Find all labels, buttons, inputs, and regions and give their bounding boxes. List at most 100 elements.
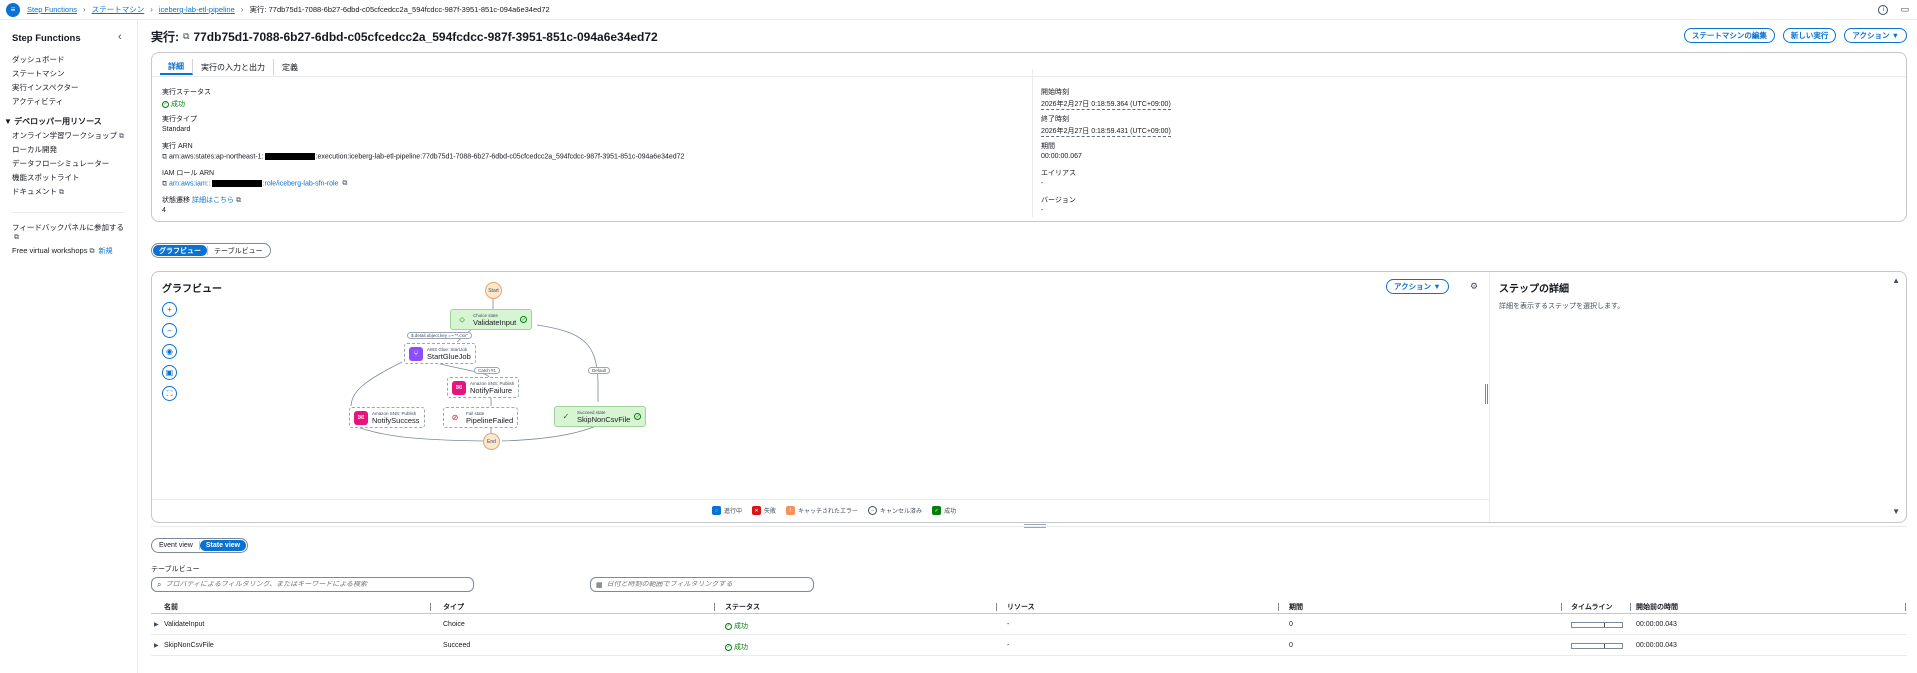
event-state-toggle: Event view State view xyxy=(151,538,249,553)
alias: エイリアス - xyxy=(1041,168,1076,187)
external-link-icon: ⧉ xyxy=(59,189,64,196)
menu-icon[interactable]: ≡ xyxy=(6,2,20,17)
column-separator[interactable] xyxy=(1278,603,1279,611)
sidebar-item-local-dev[interactable]: ローカル開発 xyxy=(12,144,57,155)
sidebar-item-docs[interactable]: ドキュメント ⧉ xyxy=(12,186,64,197)
node-pipeline-failed[interactable]: ⊘ Fail state PipelineFailed xyxy=(443,407,519,428)
state-view-toggle[interactable]: State view xyxy=(199,540,247,551)
breadcrumb-state-machine[interactable]: iceberg-lab-etl-pipeline xyxy=(159,5,235,14)
breadcrumb-state-machines[interactable]: ステートマシン xyxy=(92,4,145,15)
sidebar-section-label: デベロッパー用リソース xyxy=(14,117,102,126)
search-field[interactable]: ⌕ xyxy=(151,577,474,592)
col-duration[interactable]: 期間 xyxy=(1289,602,1303,612)
timeline-bar xyxy=(1571,643,1623,649)
col-status[interactable]: ステータス xyxy=(725,602,760,612)
event-view-toggle[interactable]: Event view xyxy=(153,540,199,551)
breadcrumb: Step Functions › ステートマシン › iceberg-lab-e… xyxy=(27,4,550,15)
col-resource[interactable]: リソース xyxy=(1007,602,1035,612)
expand-row-icon[interactable]: ▶ xyxy=(154,621,159,628)
sidebar-title: Step Functions xyxy=(12,33,81,44)
tab-details[interactable]: 詳細 xyxy=(160,59,193,75)
timeline-marker xyxy=(1604,623,1605,627)
column-separator[interactable] xyxy=(1561,603,1562,611)
sidebar-item-feedback[interactable]: フィードバックパネルに参加する xyxy=(12,222,124,233)
copy-icon[interactable]: ⧉ xyxy=(183,31,189,42)
node-name: NotifyFailure xyxy=(470,385,513,395)
version: バージョン - xyxy=(1041,195,1076,214)
col-timeline[interactable]: タイムライン xyxy=(1571,602,1613,612)
cell-name: ValidateInput xyxy=(164,621,205,628)
node-validate-input[interactable]: ⬦ Choice state ValidateInput ✓ xyxy=(450,309,533,330)
table-view-toggle[interactable]: テーブルビュー xyxy=(208,245,269,256)
graph-actions-button[interactable]: アクション ▼ xyxy=(1386,279,1449,294)
execution-arn: 実行 ARN ⧉ arn:aws:states:ap-northeast-1::… xyxy=(162,141,684,161)
resize-handle[interactable] xyxy=(1485,384,1488,404)
legend-label: キャンセル済み xyxy=(880,509,923,515)
column-separator[interactable] xyxy=(996,603,997,611)
node-skip-non-csv[interactable]: ✓ Succeed state SkipNonCsvFile ✓ xyxy=(554,406,647,427)
new-execution-button[interactable]: 新しい実行 xyxy=(1782,28,1837,43)
column-separator[interactable] xyxy=(1905,603,1906,611)
edit-state-machine-button[interactable]: ステートマシンの編集 xyxy=(1683,28,1775,43)
cell-duration: 0 xyxy=(1289,642,1293,649)
details-panel: 詳細 実行の入力と出力 定義 実行ステータス ✓ 成功 実行タイプ Standar… xyxy=(151,52,1907,222)
learn-more-link[interactable]: 詳細はこちら xyxy=(192,197,234,204)
notification-icon[interactable]: ▭ xyxy=(1900,4,1909,15)
breadcrumb-current: 実行: 77db75d1-7088-6b27-6dbd-c05cfcedcc2a… xyxy=(249,5,550,14)
tab-definition[interactable]: 定義 xyxy=(274,59,306,75)
choice-icon: ⬦ xyxy=(459,314,465,324)
end-node[interactable]: End xyxy=(483,433,500,450)
sidebar-item-spotlight[interactable]: 機能スポットライト xyxy=(12,172,80,183)
edge-validate-skip xyxy=(536,324,599,402)
expand-row-icon[interactable]: ▶ xyxy=(154,642,159,649)
col-name[interactable]: 名前 xyxy=(164,602,178,612)
info-icon[interactable]: i xyxy=(1878,4,1889,15)
node-notify-failure[interactable]: ✉ Amazon SNS: Publish NotifyFailure xyxy=(447,377,520,398)
version-value: - xyxy=(1041,207,1044,214)
date-filter[interactable]: ▦ xyxy=(590,577,814,592)
copy-icon[interactable]: ⧉ xyxy=(162,180,167,187)
sidebar-section-dev[interactable]: ▼ デベロッパー用リソース xyxy=(4,116,102,127)
chevron-left-icon[interactable]: ‹ xyxy=(118,31,122,43)
node-notify-success[interactable]: ✉ Amazon SNS: Publish NotifySuccess xyxy=(349,407,425,428)
column-separator[interactable] xyxy=(714,603,715,611)
gear-icon[interactable]: ⚙ xyxy=(1470,281,1478,292)
step-details-desc: 詳細を表示するステップを選択します。 xyxy=(1499,303,1625,310)
col-type[interactable]: タイプ xyxy=(443,602,464,612)
col-start[interactable]: 開始前の時間 xyxy=(1636,602,1678,612)
legend-success: ✓ 成功 xyxy=(932,506,956,515)
breadcrumb-step-functions[interactable]: Step Functions xyxy=(27,5,77,14)
horizontal-resize-handle[interactable] xyxy=(1024,524,1046,528)
scroll-down-icon[interactable]: ▼ xyxy=(1892,507,1900,516)
copy-icon[interactable]: ⧉ xyxy=(162,153,167,160)
sidebar-item-dataflow-simulator[interactable]: データフローシミュレーター xyxy=(12,158,109,169)
glue-icon: ⑂ xyxy=(409,346,423,361)
node-name: StartGlueJob xyxy=(427,351,471,361)
table-row[interactable]: ▶ SkipNonCsvFile Succeed ✓ 成功 - 0 00:00:0… xyxy=(151,635,1907,656)
arn-suffix: :execution:iceberg-lab-etl-pipeline:77db… xyxy=(315,153,685,161)
actions-button[interactable]: アクション ▼ xyxy=(1844,28,1907,43)
date-filter-input[interactable] xyxy=(606,581,807,588)
tab-input-output[interactable]: 実行の入力と出力 xyxy=(193,59,274,75)
search-input[interactable] xyxy=(165,581,456,588)
iam-role-value[interactable]: ⧉ arn:aws:iam:::role/iceberg-lab-sfn-rol… xyxy=(162,180,347,188)
graph-view-toggle[interactable]: グラフビュー xyxy=(153,245,207,256)
sidebar-item-dashboard[interactable]: ダッシュボード xyxy=(12,54,65,65)
sidebar-item-workshops[interactable]: Free virtual workshops ⧉ 新規 xyxy=(12,246,112,256)
edge-label-catch: Catch #1 xyxy=(474,367,501,374)
sidebar-item-activities[interactable]: アクティビティ xyxy=(12,96,63,107)
start-node[interactable]: Start xyxy=(485,282,502,299)
node-start-glue-job[interactable]: ⑂ AWS Glue: StartJob StartGlueJob xyxy=(404,343,476,364)
legend-label: キャッチされたエラー xyxy=(798,509,859,515)
column-separator[interactable] xyxy=(430,603,431,611)
sidebar-item-workshop[interactable]: オンライン学習ワークショップ ⧉ xyxy=(12,130,124,141)
status-text: 成功 xyxy=(734,623,748,630)
sidebar-item-execution-inspector[interactable]: 実行インスペクター xyxy=(12,82,79,93)
table-row[interactable]: ▶ ValidateInput Choice ✓ 成功 - 0 00:00:00.… xyxy=(151,614,1907,635)
cell-start: 00:00:00.043 xyxy=(1636,621,1677,628)
column-separator[interactable] xyxy=(1630,603,1631,611)
edge-label-condition: $.detail.object.key =~ "*.csv" xyxy=(407,332,472,339)
sidebar-item-state-machines[interactable]: ステートマシン xyxy=(12,68,65,79)
scroll-up-icon[interactable]: ▲ xyxy=(1892,276,1900,285)
execution-type: 実行タイプ Standard xyxy=(162,114,197,133)
